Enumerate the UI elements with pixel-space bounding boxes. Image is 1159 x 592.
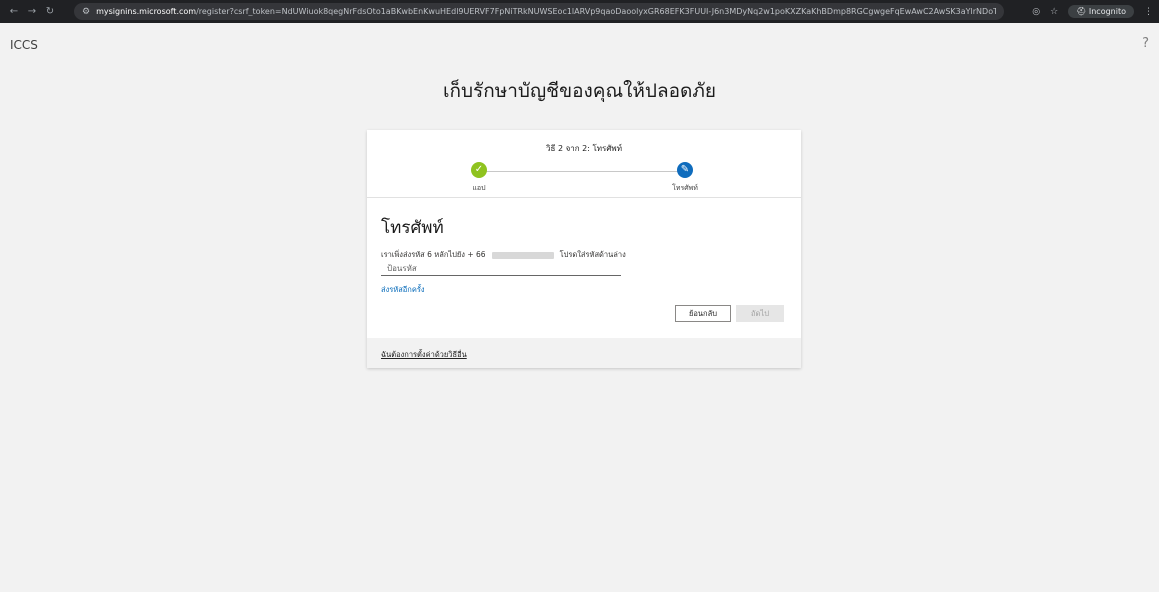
alternate-method-link[interactable]: ฉันต้องการตั้งค่าด้วยวิธีอื่น [381, 349, 467, 361]
browser-toolbar: ← → ↻ ⚙ mysignins.microsoft.com/register… [0, 0, 1159, 23]
instruction-text: เราเพิ่งส่งรหัส 6 หลักไปยัง + 66 โปรดใส่ร… [381, 250, 626, 259]
org-brand: ICCS [10, 38, 38, 52]
step-label-app: แอป [472, 184, 486, 192]
divider [367, 197, 801, 198]
help-icon[interactable]: ? [1142, 36, 1149, 51]
url-text: mysignins.microsoft.com/register?csrf_to… [96, 7, 996, 16]
card-footer: ฉันต้องการตั้งค่าด้วยวิธีอื่น [367, 338, 801, 368]
step-label-phone: โทรศัพท์ [672, 184, 698, 192]
progress-line [479, 171, 679, 172]
next-button[interactable]: ถัดไป [736, 305, 784, 322]
incognito-badge[interactable]: ⛑ Incognito [1068, 5, 1134, 18]
forward-arrow-icon[interactable]: → [24, 6, 40, 17]
resend-code-link[interactable]: ส่งรหัสอีกครั้ง [381, 284, 425, 296]
address-bar[interactable]: ⚙ mysignins.microsoft.com/register?csrf_… [74, 3, 1004, 20]
site-info-icon[interactable]: ⚙ [82, 7, 90, 17]
page-title: เก็บรักษาบัญชีของคุณให้ปลอดภัย [442, 80, 717, 102]
checkmark-icon: ✓ [471, 162, 487, 178]
reload-icon[interactable]: ↻ [42, 6, 58, 17]
back-button[interactable]: ย้อนกลับ [675, 305, 731, 322]
code-input[interactable] [381, 261, 621, 276]
eye-slash-icon[interactable]: ◎ [1032, 7, 1040, 17]
masked-phone-number [491, 251, 554, 259]
setup-card: วิธี 2 จาก 2: โทรศัพท์ ✓ ✎ แอป โทรศัพท์ … [367, 130, 801, 368]
back-arrow-icon[interactable]: ← [6, 6, 22, 17]
pencil-icon: ✎ [677, 162, 693, 178]
step-title: วิธี 2 จาก 2: โทรศัพท์ [546, 144, 622, 153]
menu-dots-icon[interactable]: ⋮ [1144, 7, 1153, 17]
section-title: โทรศัพท์ [381, 218, 444, 238]
star-icon[interactable]: ☆ [1050, 7, 1058, 17]
